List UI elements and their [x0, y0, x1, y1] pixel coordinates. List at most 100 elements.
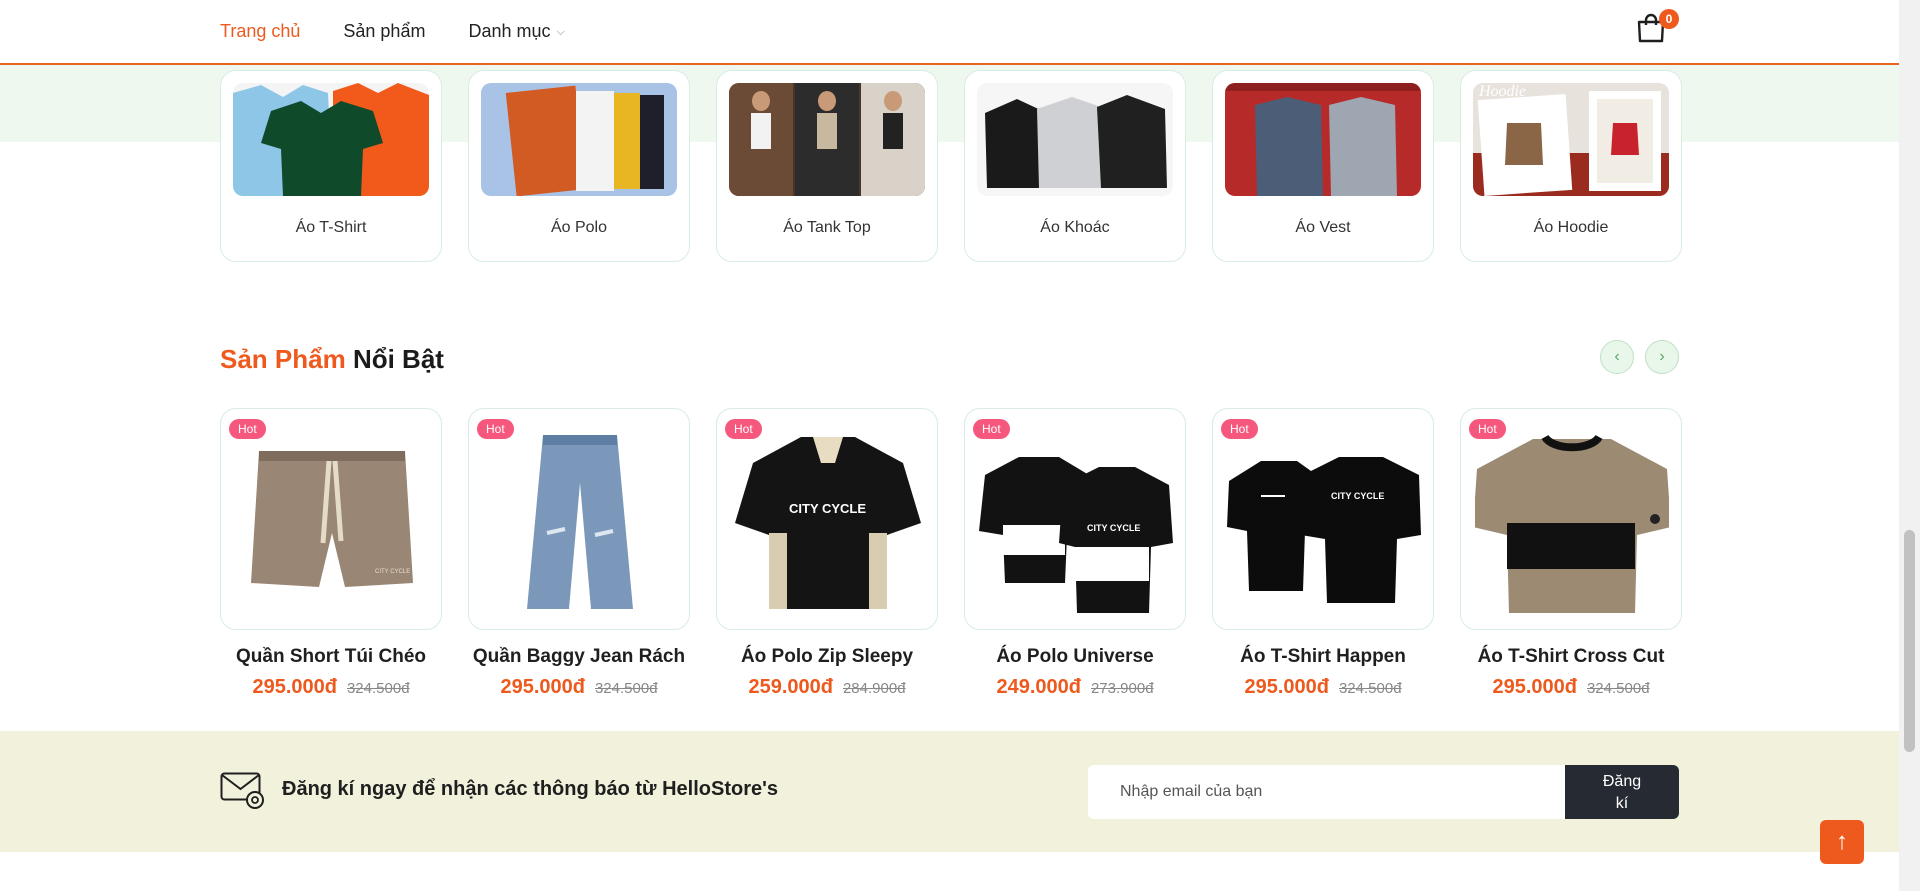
mail-at-icon — [220, 772, 264, 809]
hot-badge: Hot — [725, 419, 762, 439]
product-price: 259.000đ 284.900đ — [716, 676, 938, 699]
price-current: 259.000đ — [748, 676, 833, 698]
hoodie-image-text: Hoodie — [1479, 83, 1527, 100]
category-label: Áo Polo — [550, 219, 608, 236]
category-image — [977, 83, 1173, 196]
category-card-tshirt[interactable]: Áo T-Shirt — [220, 70, 442, 262]
price-current: 295.000đ — [500, 676, 585, 698]
newsletter-email-input[interactable] — [1088, 765, 1565, 819]
subscribe-label-line1: Đăng — [1602, 773, 1642, 790]
carousel-next-button[interactable]: › — [1645, 340, 1679, 374]
category-image — [1225, 83, 1421, 196]
category-card-hoodie[interactable]: Hoodie Áo Hoodie — [1460, 70, 1682, 262]
category-card-vest[interactable]: Áo Vest — [1212, 70, 1434, 262]
newsletter-section: Đăng kí ngay để nhận các thông báo từ He… — [0, 731, 1899, 852]
nav-categories-dropdown[interactable]: Danh mục ⌵ — [468, 21, 564, 42]
price-original: 284.900đ — [842, 680, 906, 697]
category-card-jacket[interactable]: Áo Khoác — [964, 70, 1186, 262]
product-item[interactable]: Hot Quần Baggy Jean Rách 295.000đ 324.500… — [468, 408, 690, 699]
category-label: Áo Vest — [1295, 219, 1351, 236]
chevron-right-icon: › — [1659, 348, 1665, 365]
nav-products-link[interactable]: Sản phẩm — [343, 21, 425, 42]
newsletter-text: Đăng kí ngay để nhận các thông báo từ He… — [282, 778, 778, 800]
product-name[interactable]: Áo T-Shirt Happen — [1212, 646, 1434, 668]
hot-badge: Hot — [973, 419, 1010, 439]
newsletter-subscribe-button[interactable]: Đăng kí — [1565, 765, 1679, 819]
product-item[interactable]: Hot CITY CYCLE Áo Polo Zip Sleepy 259.00… — [716, 408, 938, 699]
page-scrollbar[interactable] — [1899, 0, 1920, 891]
category-label: Áo Khoác — [1040, 219, 1110, 236]
category-image — [233, 83, 429, 196]
product-list: Hot CITY CYCLE Quần Short Túi Chéo 295.0… — [220, 408, 1682, 699]
product-name[interactable]: Áo T-Shirt Cross Cut — [1460, 646, 1682, 668]
price-original: 324.500đ — [346, 680, 410, 697]
svg-text:CITY CYCLE: CITY CYCLE — [375, 569, 410, 575]
category-label: Áo T-Shirt — [295, 219, 367, 236]
category-card-tank-top[interactable]: Áo Tank Top — [716, 70, 938, 262]
price-current: 295.000đ — [1244, 676, 1329, 698]
carousel-prev-button[interactable]: ‹ — [1600, 340, 1634, 374]
product-print-text: CITY CYCLE — [1331, 491, 1384, 501]
cart-count-badge: 0 — [1659, 9, 1679, 29]
nav-categories-label: Danh mục — [468, 21, 551, 41]
navbar-inner: Trang chủ Sản phẩm Danh mục ⌵ 0 — [220, 0, 1679, 63]
arrow-up-icon: ↑ — [1836, 828, 1848, 855]
category-label: Áo Hoodie — [1533, 219, 1609, 236]
chevron-left-icon: ‹ — [1614, 348, 1620, 365]
product-price: 295.000đ 324.500đ — [1460, 676, 1682, 699]
product-card[interactable]: Hot CITY CYCLE — [1212, 408, 1434, 630]
top-navbar: Trang chủ Sản phẩm Danh mục ⌵ 0 — [0, 0, 1899, 65]
hot-badge: Hot — [1469, 419, 1506, 439]
category-image — [481, 83, 677, 196]
product-image — [527, 435, 633, 609]
price-original: 324.500đ — [1586, 680, 1650, 697]
product-card[interactable]: Hot — [1460, 408, 1682, 630]
category-list: Áo T-Shirt Áo Polo Áo Tank Top Áo Khoác … — [220, 70, 1682, 262]
back-to-top-button[interactable]: ↑ — [1820, 820, 1864, 864]
product-name[interactable]: Áo Polo Zip Sleepy — [716, 646, 938, 668]
chevron-down-icon: ⌵ — [556, 26, 565, 38]
product-image: CITY CYCLE — [735, 437, 921, 609]
product-price: 295.000đ 324.500đ — [468, 676, 690, 699]
product-card[interactable]: Hot — [468, 408, 690, 630]
category-image — [729, 83, 925, 196]
product-name[interactable]: Quần Baggy Jean Rách — [468, 646, 690, 668]
scrollbar-thumb[interactable] — [1904, 530, 1915, 752]
product-name[interactable]: Quần Short Túi Chéo — [220, 646, 442, 668]
price-original: 324.500đ — [594, 680, 658, 697]
category-label: Áo Tank Top — [783, 219, 871, 236]
product-image: CITY CYCLE — [1227, 457, 1421, 603]
product-item[interactable]: Hot CITY CYCLE Áo Polo Universe 249.000đ… — [964, 408, 1186, 699]
hot-badge: Hot — [477, 419, 514, 439]
product-price: 295.000đ 324.500đ — [1212, 676, 1434, 699]
price-current: 249.000đ — [996, 676, 1081, 698]
price-original: 273.900đ — [1090, 680, 1154, 697]
category-image: Hoodie — [1473, 83, 1669, 196]
featured-products-title: Sản Phẩm Nổi Bật — [220, 344, 444, 375]
price-current: 295.000đ — [1492, 676, 1577, 698]
hot-badge: Hot — [229, 419, 266, 439]
hot-badge: Hot — [1221, 419, 1258, 439]
product-item[interactable]: Hot CITY CYCLE Áo T-Shirt Happen 295.000… — [1212, 408, 1434, 699]
product-item[interactable]: Hot Áo T-Shirt Cross Cut 295.000đ 324.500… — [1460, 408, 1682, 699]
product-print-text: CITY CYCLE — [789, 501, 866, 516]
product-card[interactable]: Hot CITY CYCLE — [220, 408, 442, 630]
product-image: CITY CYCLE — [979, 457, 1173, 613]
subscribe-label-line2: kí — [1615, 795, 1629, 812]
price-original: 324.500đ — [1338, 680, 1402, 697]
product-item[interactable]: Hot CITY CYCLE Quần Short Túi Chéo 295.0… — [220, 408, 442, 699]
cart-button[interactable]: 0 — [1633, 8, 1679, 52]
product-image: CITY CYCLE — [251, 451, 413, 587]
product-card[interactable]: Hot CITY CYCLE — [964, 408, 1186, 630]
product-image — [1475, 434, 1669, 613]
price-current: 295.000đ — [252, 676, 337, 698]
nav-home-link[interactable]: Trang chủ — [220, 21, 300, 42]
product-print-text: CITY CYCLE — [1087, 523, 1140, 533]
product-card[interactable]: Hot CITY CYCLE — [716, 408, 938, 630]
product-price: 249.000đ 273.900đ — [964, 676, 1186, 699]
category-card-polo[interactable]: Áo Polo — [468, 70, 690, 262]
product-name[interactable]: Áo Polo Universe — [964, 646, 1186, 668]
featured-title-rest: Nổi Bật — [352, 344, 444, 374]
featured-title-accent: Sản Phẩm — [220, 344, 346, 374]
product-price: 295.000đ 324.500đ — [220, 676, 442, 699]
